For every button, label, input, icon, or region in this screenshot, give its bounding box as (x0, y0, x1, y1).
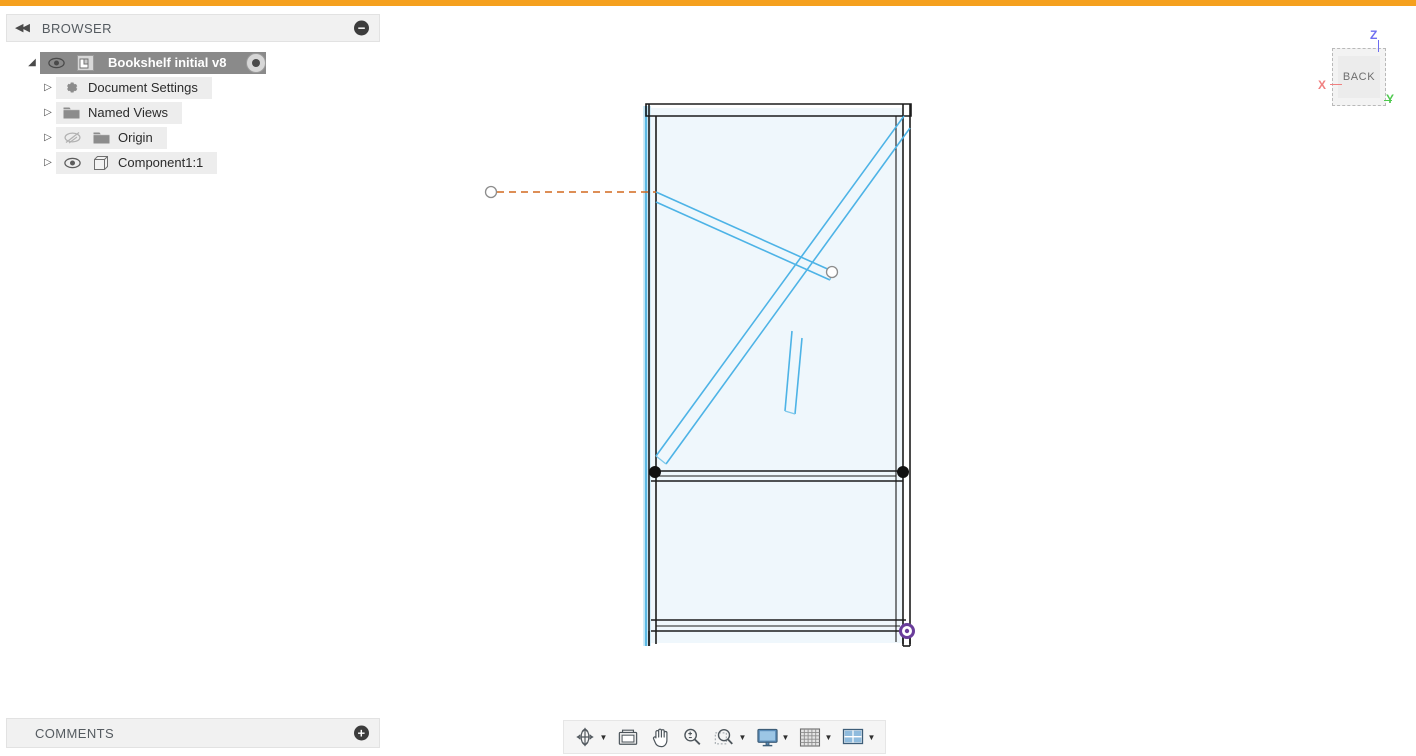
expander-triangle-icon[interactable]: ▷ (40, 82, 56, 93)
comments-panel-header[interactable]: COMMENTS + (6, 718, 380, 748)
minus-circle-icon[interactable]: − (354, 20, 369, 36)
orbit-button[interactable]: ▼ (570, 723, 611, 751)
eye-visible-icon[interactable] (44, 53, 68, 73)
zoom-magnifier-icon[interactable] (679, 724, 705, 750)
y-axis-tick (1384, 100, 1392, 101)
pan-button[interactable] (645, 723, 675, 751)
tree-node-label: Document Settings (88, 80, 198, 95)
fusion-app-window: .bodyfill { fill: #eff7fc; } .edge { fil… (0, 0, 1416, 756)
chevron-down-icon[interactable]: ▼ (737, 733, 748, 742)
zoom-window-button[interactable]: ▼ (709, 723, 750, 751)
tree-row[interactable]: ▷ Named Views (6, 100, 380, 125)
grid-icon[interactable] (797, 724, 823, 750)
gear-icon (60, 78, 82, 98)
tree-node-origin[interactable]: Origin (56, 126, 167, 149)
zoom-button[interactable] (677, 723, 707, 751)
chevron-down-icon[interactable]: ▼ (823, 733, 834, 742)
z-axis-label: Z (1370, 28, 1378, 42)
folder-icon (60, 103, 82, 123)
display-settings-button[interactable]: ▼ (752, 723, 793, 751)
plus-circle-icon[interactable]: + (354, 725, 369, 741)
browser-panel: ◀◀ BROWSER − ◢ Bookshelf initial v8 ▷ Do… (6, 14, 380, 175)
zoom-window-icon[interactable] (711, 724, 737, 750)
browser-panel-title: BROWSER (41, 20, 112, 36)
tree-row[interactable]: ▷ Document Settings (6, 75, 380, 100)
activate-component-radio[interactable] (246, 52, 267, 73)
tree-node-named-views[interactable]: Named Views (56, 101, 182, 124)
chevron-down-icon[interactable]: ▼ (598, 733, 609, 742)
double-left-arrow-icon[interactable]: ◀◀ (15, 22, 30, 34)
eye-hidden-icon[interactable] (60, 128, 84, 148)
z-axis-tick (1378, 40, 1379, 52)
monitor-icon[interactable] (754, 724, 780, 750)
navigation-toolbar: ▼ ▼ ▼ ▼ ▼ (563, 720, 886, 754)
tree-node-label: Origin (118, 130, 153, 145)
tree-row[interactable]: ▷ (6, 125, 380, 150)
browser-panel-header[interactable]: ◀◀ BROWSER − (6, 14, 380, 42)
expander-triangle-icon[interactable]: ▷ (40, 157, 56, 168)
view-cube[interactable]: BACK Z X Y (1318, 26, 1414, 122)
view-cube-face-label[interactable]: BACK (1338, 56, 1380, 98)
chevron-down-icon[interactable]: ▼ (866, 733, 877, 742)
tree-node-document-settings[interactable]: Document Settings (56, 76, 212, 99)
folder-icon (90, 128, 112, 148)
chevron-down-icon[interactable]: ▼ (780, 733, 791, 742)
bookshelf-model-graphic[interactable]: .bodyfill { fill: #eff7fc; } .edge { fil… (470, 86, 940, 666)
tree-row[interactable]: ▷ (6, 150, 380, 175)
tree-node-component1[interactable]: Component1:1 (56, 151, 218, 174)
eye-visible-icon[interactable] (60, 153, 84, 173)
x-axis-tick (1330, 84, 1342, 85)
expander-triangle-icon[interactable]: ◢ (24, 57, 40, 68)
component-icon (90, 153, 112, 173)
tree-node-label: Bookshelf initial v8 (108, 55, 227, 70)
expander-triangle-icon[interactable]: ▷ (40, 107, 56, 118)
tree-node-label: Named Views (88, 105, 168, 120)
viewports-icon[interactable] (840, 724, 866, 750)
tree-row[interactable]: ◢ Bookshelf initial v8 (6, 50, 380, 75)
look-at-button[interactable] (613, 723, 643, 751)
x-axis-label: X (1318, 78, 1327, 92)
expander-triangle-icon[interactable]: ▷ (40, 132, 56, 143)
browser-tree: ◢ Bookshelf initial v8 ▷ Document Settin… (6, 50, 380, 175)
y-axis-label: Y (1386, 92, 1395, 106)
grid-snaps-button[interactable]: ▼ (795, 723, 836, 751)
comments-panel-title: COMMENTS (35, 725, 115, 741)
look-at-icon[interactable] (615, 724, 641, 750)
orbit-icon[interactable] (572, 724, 598, 750)
3d-viewport-canvas[interactable]: .bodyfill { fill: #eff7fc; } .edge { fil… (0, 6, 1416, 756)
pan-hand-icon[interactable] (647, 724, 673, 750)
document-icon (74, 53, 96, 73)
tree-node-label: Component1:1 (118, 155, 204, 170)
view-cube-face[interactable]: BACK (1332, 48, 1386, 106)
viewports-button[interactable]: ▼ (838, 723, 879, 751)
tree-node-root[interactable]: Bookshelf initial v8 (40, 51, 267, 74)
